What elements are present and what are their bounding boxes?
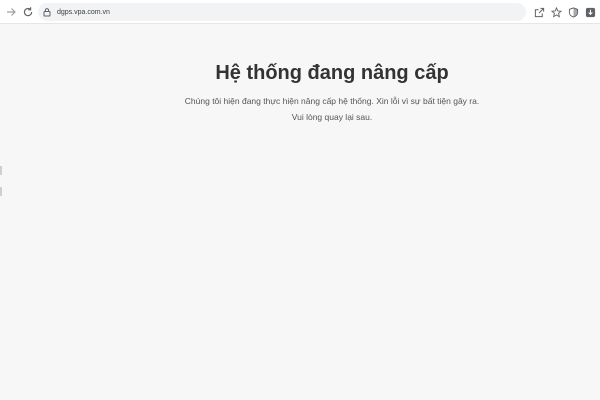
share-icon: [534, 7, 544, 17]
bookmark-button[interactable]: [548, 4, 564, 20]
star-icon: [550, 6, 562, 18]
window-edge-handle: [0, 166, 2, 175]
share-button[interactable]: [531, 4, 547, 20]
page-title: Hệ thống đang nâng cấp: [215, 62, 449, 84]
site-info-button[interactable]: [41, 6, 53, 18]
arrow-right-icon: [7, 8, 16, 16]
forward-button[interactable]: [3, 4, 19, 20]
shield-icon: [568, 6, 578, 18]
download-button[interactable]: [582, 4, 598, 20]
url-text[interactable]: dgps.vpa.com.vn: [57, 9, 110, 16]
browser-toolbar: dgps.vpa.com.vn: [0, 0, 600, 24]
retry-later-message: Vui lòng quay lại sau.: [291, 112, 373, 122]
address-bar[interactable]: dgps.vpa.com.vn: [38, 3, 526, 21]
reload-button[interactable]: [20, 4, 36, 20]
extension-button[interactable]: [565, 4, 581, 20]
download-icon: [585, 7, 595, 17]
window-edge-handle: [0, 187, 2, 196]
lock-icon: [43, 8, 51, 17]
page-content: Hệ thống đang nâng cấp Chúng tôi hiện đa…: [0, 24, 600, 400]
reload-icon: [23, 7, 33, 17]
maintenance-message: Chúng tôi hiện đang thực hiện nâng cấp h…: [184, 96, 480, 106]
